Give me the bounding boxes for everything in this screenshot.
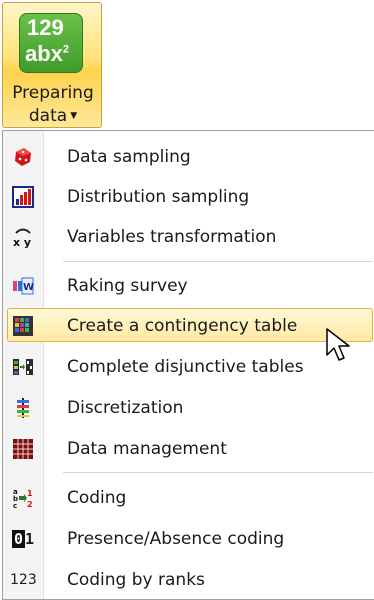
menu-item-data-management[interactable]: Data management [3,429,374,469]
menu-separator [63,261,373,262]
menu-item-variables-transformation[interactable]: x y Variables transformation [3,217,374,257]
svg-text:W: W [23,282,34,293]
ribbon-bar: 129 abx2 Preparing data ▼ [0,0,374,134]
svg-text:2: 2 [27,500,33,509]
menu-item-label: Complete disjunctive tables [67,357,304,377]
icon-text-top: 129 [27,15,64,40]
preparing-data-icon: 129 abx2 [19,13,83,73]
transform-xy-icon: x y [13,228,31,248]
presence-zero-glyph: 0 [12,530,26,548]
menu-item-distribution-sampling[interactable]: Distribution sampling [3,177,374,217]
preparing-data-button[interactable]: 129 abx2 Preparing data ▼ [2,2,102,128]
grid-table-icon [13,316,33,336]
menu-item-coding[interactable]: a b c 1 2 Coding [3,478,374,518]
dice-icon [15,148,31,166]
menu-item-data-sampling[interactable]: Data sampling [3,137,374,177]
ranks-icon: 123 [10,572,37,588]
menu-item-label: Variables transformation [67,227,277,247]
menu-item-complete-disjunctive-tables[interactable]: Complete disjunctive tables [3,347,374,387]
svg-text:x y: x y [13,236,31,248]
menu-item-label: Coding [67,488,127,508]
disjunctive-table-icon [13,359,33,375]
coding-icon: a b c 1 2 [13,488,33,509]
menu-item-presence-absence-coding[interactable]: 01 Presence/Absence coding [3,519,374,559]
menu-item-create-contingency-table[interactable]: Create a contingency table [3,306,374,346]
discretization-icon [17,398,29,418]
ribbon-button-label-line1: Preparing [12,83,94,103]
menu-item-label: Distribution sampling [67,187,250,207]
mouse-cursor-icon [326,328,350,361]
icon-text-bottom: abx2 [25,41,70,66]
menu-item-label: Discretization [67,398,184,418]
preparing-data-menu: Data sampling Distribution sampling x y … [2,130,374,600]
svg-text:1: 1 [27,489,33,498]
menu-item-label: Coding by ranks [67,570,205,590]
weight-icon: W [13,277,34,295]
dropdown-caret-icon: ▼ [70,111,78,121]
ribbon-button-label-line2: data ▼ [28,106,78,126]
data-management-icon [13,439,33,459]
menu-item-raking-survey[interactable]: W Raking survey [3,266,374,306]
svg-text:c: c [13,502,17,509]
menu-item-label: Data management [67,439,227,459]
presence-one-glyph: 1 [25,530,35,548]
menu-item-coding-by-ranks[interactable]: 123 Coding by ranks [3,560,374,600]
menu-separator [63,472,373,473]
menu-item-label: Data sampling [67,147,191,167]
menu-item-label: Presence/Absence coding [67,529,285,549]
presence-absence-icon: 01 [12,528,34,550]
menu-item-discretization[interactable]: Discretization [3,388,374,428]
menu-item-label: Create a contingency table [67,316,298,336]
menu-item-label: Raking survey [67,276,188,296]
bar-chart-icon [12,186,34,208]
